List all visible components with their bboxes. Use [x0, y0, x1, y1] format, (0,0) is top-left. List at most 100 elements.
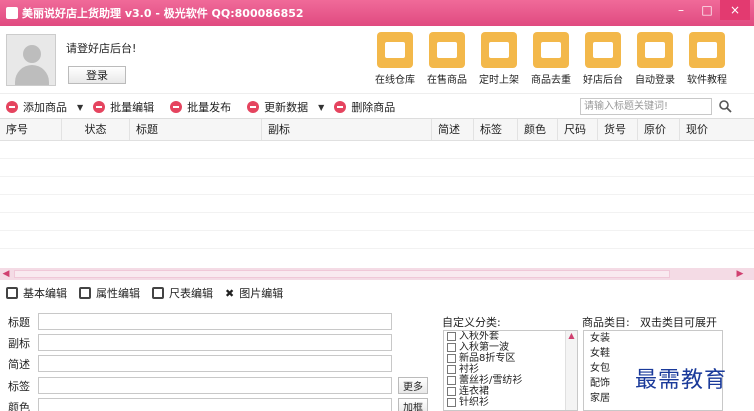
- title-bar: 美丽说好店上货助理 v3.0 - 极光软件 QQ:800086852 – □ ×: [0, 0, 754, 26]
- avatar-body-icon: [15, 65, 49, 85]
- upload-icon: [170, 101, 183, 113]
- add-frame-button[interactable]: 加框: [398, 398, 428, 411]
- column-header[interactable]: 状态: [62, 119, 130, 140]
- tab-attribute-edit[interactable]: 属性编辑: [79, 285, 140, 301]
- color-field-row: 颜色: [8, 398, 392, 411]
- tree-item[interactable]: 女鞋: [584, 346, 722, 361]
- subtitle-field[interactable]: [38, 334, 392, 351]
- on-sale-goods-icon: [429, 32, 465, 68]
- column-header[interactable]: 副标: [262, 119, 432, 140]
- more-button[interactable]: 更多: [398, 377, 428, 394]
- field-label: 标题: [8, 315, 30, 329]
- batch-edit-button[interactable]: 批量编辑: [93, 99, 154, 115]
- maximize-button[interactable]: □: [694, 0, 720, 20]
- tree-item[interactable]: 女装: [584, 331, 722, 346]
- minimize-button[interactable]: –: [668, 0, 694, 20]
- avatar: [6, 34, 56, 86]
- update-data-label: 更新数据: [264, 101, 309, 114]
- delete-goods-button[interactable]: 删除商品: [334, 99, 395, 115]
- summary-field[interactable]: [38, 355, 392, 372]
- column-header[interactable]: 标签: [474, 119, 518, 140]
- color-field[interactable]: [38, 398, 392, 411]
- tags-field[interactable]: [38, 377, 392, 394]
- table-body[interactable]: [0, 141, 754, 266]
- column-header[interactable]: 简述: [432, 119, 474, 140]
- summary-field-row: 简述: [8, 355, 392, 372]
- app-icon: [6, 7, 18, 19]
- tool-label: 商品去重: [531, 75, 571, 86]
- tool-dedupe[interactable]: 商品去重: [528, 32, 574, 86]
- list-item[interactable]: 入秋外套: [444, 331, 577, 342]
- tab-size-table-edit[interactable]: 尺表编辑: [152, 285, 213, 301]
- tool-label: 软件教程: [687, 75, 727, 86]
- tab-label: 尺表编辑: [169, 287, 213, 300]
- column-header[interactable]: 货号: [598, 119, 638, 140]
- chevron-down-icon[interactable]: ▼: [318, 103, 324, 112]
- list-item[interactable]: 入秋第一波: [444, 342, 577, 353]
- checkbox[interactable]: [447, 354, 456, 363]
- field-label: 标签: [8, 379, 30, 393]
- add-goods-label: 添加商品: [23, 101, 67, 114]
- field-label: 简述: [8, 357, 30, 371]
- header: 请登好店后台! 登录 在线仓库 在售商品 定时上架 商品去重 好店后台 自动登录: [0, 26, 754, 94]
- tool-label: 在售商品: [427, 75, 467, 86]
- list-item[interactable]: 蕾丝衫/雪纺衫: [444, 375, 577, 386]
- category-label: 入秋外套: [459, 331, 499, 342]
- title-field[interactable]: [38, 313, 392, 330]
- tool-auto-login[interactable]: 自动登录: [632, 32, 678, 86]
- column-header[interactable]: 序号: [0, 119, 62, 140]
- batch-edit-label: 批量编辑: [110, 101, 155, 114]
- tool-online-warehouse[interactable]: 在线仓库: [372, 32, 418, 86]
- column-header[interactable]: 标题: [130, 119, 262, 140]
- column-header[interactable]: 颜色: [518, 119, 558, 140]
- login-button[interactable]: 登录: [68, 66, 126, 84]
- column-header[interactable]: 现价: [680, 119, 720, 140]
- column-header[interactable]: 尺码: [558, 119, 598, 140]
- list-item[interactable]: 连衣裙: [444, 386, 577, 397]
- add-icon: [6, 101, 18, 113]
- tool-label: 定时上架: [479, 75, 519, 86]
- list-item[interactable]: 针织衫: [444, 397, 577, 408]
- tab-label: 基本编辑: [23, 287, 67, 300]
- list-item[interactable]: 衬衫: [444, 364, 577, 375]
- table-header: 序号 状态 标题 副标 简述 标签 颜色 尺码 货号 原价 现价: [0, 119, 754, 141]
- checkbox[interactable]: [447, 398, 456, 407]
- size-table-icon: [152, 287, 164, 299]
- scroll-right-icon[interactable]: ▶: [734, 268, 746, 280]
- tool-store-admin[interactable]: 好店后台: [580, 32, 626, 86]
- tab-image-edit[interactable]: ✖ 图片编辑: [225, 285, 283, 301]
- goods-table[interactable]: 序号 状态 标题 副标 简述 标签 颜色 尺码 货号 原价 现价: [0, 118, 754, 268]
- batch-publish-button[interactable]: 批量发布: [170, 99, 231, 115]
- vertical-scrollbar[interactable]: ▲: [565, 331, 577, 410]
- tool-scheduled-listing[interactable]: 定时上架: [476, 32, 522, 86]
- scroll-left-icon[interactable]: ◀: [0, 268, 12, 280]
- tab-label: 图片编辑: [239, 287, 284, 300]
- action-toolbar: 添加商品 ▼ 批量编辑 批量发布 更新数据 ▼ 删除商品 请输入标题关键词!: [0, 96, 754, 118]
- tab-label: 属性编辑: [96, 287, 140, 300]
- tool-on-sale-goods[interactable]: 在售商品: [424, 32, 470, 86]
- category-label: 新品8折专区: [459, 353, 516, 364]
- refresh-icon: [247, 101, 260, 113]
- checkbox[interactable]: [447, 376, 456, 385]
- search-icon[interactable]: [718, 99, 732, 113]
- close-button[interactable]: ×: [720, 0, 750, 20]
- chevron-down-icon[interactable]: ▼: [77, 103, 83, 112]
- subtitle-field-row: 副标: [8, 334, 392, 351]
- column-header[interactable]: 原价: [638, 119, 680, 140]
- category-label: 针织衫: [459, 397, 489, 408]
- checkbox[interactable]: [447, 343, 456, 352]
- search-input[interactable]: 请输入标题关键词!: [580, 98, 712, 115]
- list-item[interactable]: 新品8折专区: [444, 353, 577, 364]
- checkbox[interactable]: [447, 332, 456, 341]
- update-data-button[interactable]: 更新数据: [247, 99, 308, 115]
- scrollbar-thumb[interactable]: [14, 270, 670, 278]
- checkbox[interactable]: [447, 387, 456, 396]
- checkbox[interactable]: [447, 365, 456, 374]
- add-goods-button[interactable]: 添加商品: [6, 99, 67, 115]
- custom-category-list[interactable]: 入秋外套 入秋第一波 新品8折专区 衬衫 蕾丝衫/雪纺衫 连衣裙 针织衫 ▲: [443, 330, 578, 411]
- horizontal-scrollbar[interactable]: ◀ ▶: [0, 268, 754, 280]
- field-label: 副标: [8, 336, 30, 350]
- tool-tutorial[interactable]: 软件教程: [684, 32, 730, 86]
- delete-goods-label: 删除商品: [351, 101, 396, 114]
- tab-basic-edit[interactable]: 基本编辑: [6, 285, 67, 301]
